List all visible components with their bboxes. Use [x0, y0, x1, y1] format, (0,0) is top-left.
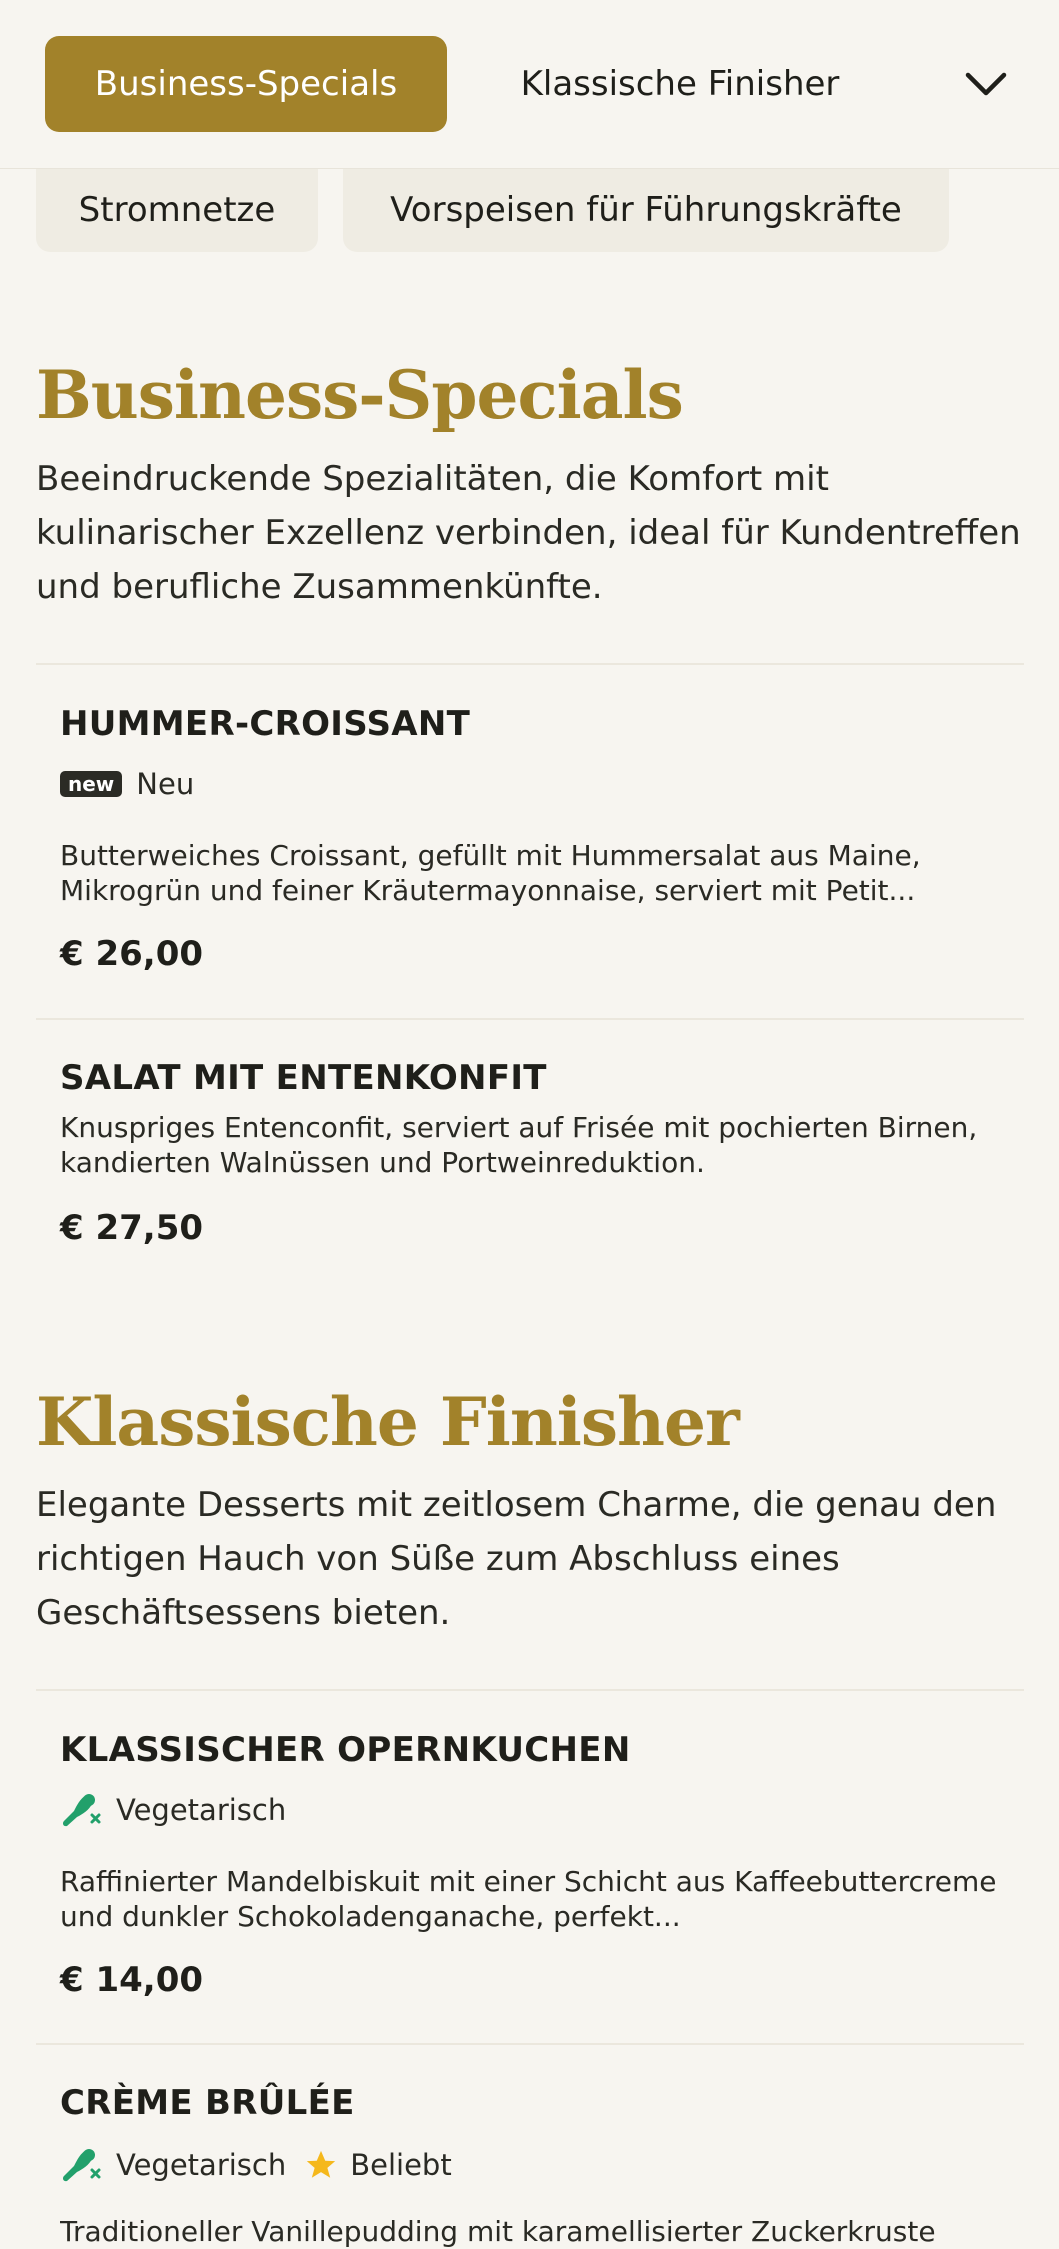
item-price: € 26,00 [60, 934, 204, 974]
pill-stromnetze[interactable]: Stromnetze [36, 168, 318, 252]
item-description: Knuspriges Entenconfit, serviert auf Fri… [60, 1111, 978, 1179]
item-name[interactable]: KLASSISCHER OPERNKUCHEN [60, 1730, 631, 1770]
item-price: € 14,00 [60, 1960, 204, 2000]
star-icon [304, 2148, 338, 2182]
divider [36, 2043, 1024, 2045]
tab-business-specials[interactable]: Business-Specials [45, 36, 447, 132]
new-badge: new [60, 771, 123, 797]
item-tags: Vegetarisch [60, 1790, 286, 1830]
item-name[interactable]: HUMMER-CROISSANT [60, 704, 470, 744]
divider [36, 663, 1024, 665]
section-title: Klassische Finisher [36, 1383, 740, 1461]
item-tags: new Neu [60, 764, 194, 804]
item-description: Butterweiches Croissant, gefüllt mit Hum… [60, 839, 921, 907]
category-nav: Business-Specials Klassische Finisher [0, 0, 1059, 169]
item-description: Traditioneller Vanillepudding mit karame… [60, 2215, 936, 2248]
tag-label: Vegetarisch [116, 2148, 287, 2182]
section-description: Elegante Desserts mit zeitlosem Charme, … [36, 1485, 997, 1633]
pill-vorspeisen[interactable]: Vorspeisen für Führungskräfte [343, 168, 949, 252]
section-title: Business-Specials [36, 356, 684, 434]
vegetarian-icon [60, 2145, 102, 2185]
section-description: Beeindruckende Spezialitäten, die Komfor… [36, 459, 1021, 607]
item-description: Raffinierter Mandelbiskuit mit einer Sch… [60, 1865, 997, 1933]
tab-klassische-finisher[interactable]: Klassische Finisher [480, 36, 880, 132]
tag-label: Vegetarisch [116, 1793, 287, 1827]
category-pills: Stromnetze Vorspeisen für Führungskräfte [0, 168, 1059, 252]
item-name[interactable]: CRÈME BRÛLÉE [60, 2083, 355, 2123]
chevron-down-icon[interactable] [960, 58, 1012, 110]
tag-label: Neu [136, 767, 195, 801]
tag-label-popular: Beliebt [350, 2148, 452, 2182]
item-name[interactable]: SALAT MIT ENTENKONFIT [60, 1058, 547, 1098]
item-tags: Vegetarisch Beliebt [60, 2145, 452, 2185]
vegetarian-icon [60, 1790, 102, 1830]
divider [36, 1689, 1024, 1691]
divider [36, 1018, 1024, 1020]
item-price: € 27,50 [60, 1208, 204, 1248]
